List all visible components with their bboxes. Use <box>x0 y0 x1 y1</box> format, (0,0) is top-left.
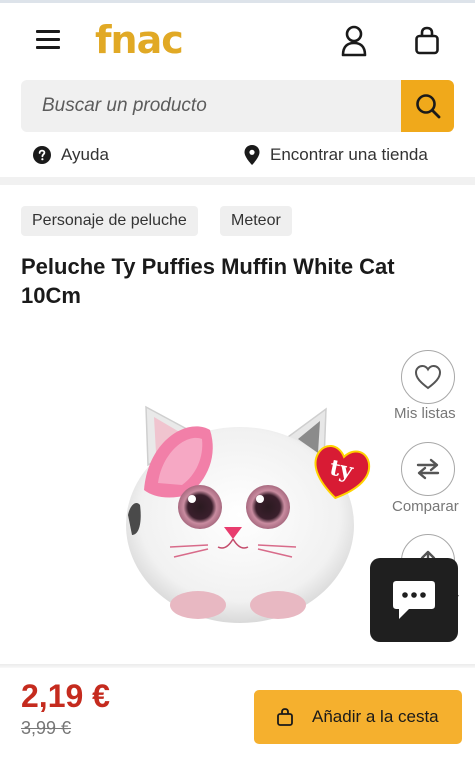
fnac-logo[interactable]: fnac <box>95 17 184 63</box>
product-title: Peluche Ty Puffies Muffin White Cat 10Cm <box>21 254 395 308</box>
chat-button[interactable] <box>370 558 458 642</box>
user-icon[interactable] <box>340 25 368 57</box>
shopping-bag-icon <box>277 708 293 726</box>
heart-icon <box>414 364 442 390</box>
help-link[interactable]: Ayuda <box>33 140 109 170</box>
add-to-cart-button[interactable]: Añadir a la cesta <box>254 690 462 744</box>
breadcrumb-chip[interactable]: Meteor <box>220 206 292 236</box>
search-input[interactable] <box>21 80 401 132</box>
store-finder-link[interactable]: Encontrar una tienda <box>244 140 428 170</box>
shopping-bag-icon[interactable] <box>413 25 441 57</box>
wishlist-button[interactable] <box>401 350 455 404</box>
search-icon <box>415 94 440 119</box>
store-finder-label: Encontrar una tienda <box>270 145 428 164</box>
location-pin-icon <box>244 145 260 165</box>
swap-arrows-icon <box>416 458 440 480</box>
compare-label: Comparar <box>392 498 459 515</box>
white-cat-plush-image[interactable]: ty <box>118 395 388 635</box>
wishlist-label: Mis listas <box>394 405 456 422</box>
search-button[interactable] <box>401 80 454 132</box>
current-price: 2,19 € <box>21 678 110 714</box>
old-price: 3,99 € <box>21 718 72 738</box>
help-label: Ayuda <box>61 145 109 164</box>
add-to-cart-label: Añadir a la cesta <box>312 707 439 726</box>
menu-icon[interactable] <box>36 30 60 50</box>
breadcrumb-chip[interactable]: Personaje de peluche <box>21 206 198 236</box>
section-divider <box>0 177 475 185</box>
compare-button[interactable] <box>401 442 455 496</box>
site-header: fnac <box>0 3 475 75</box>
help-icon <box>33 146 51 164</box>
chat-bubble-icon <box>393 581 435 619</box>
search-bar <box>21 80 454 132</box>
